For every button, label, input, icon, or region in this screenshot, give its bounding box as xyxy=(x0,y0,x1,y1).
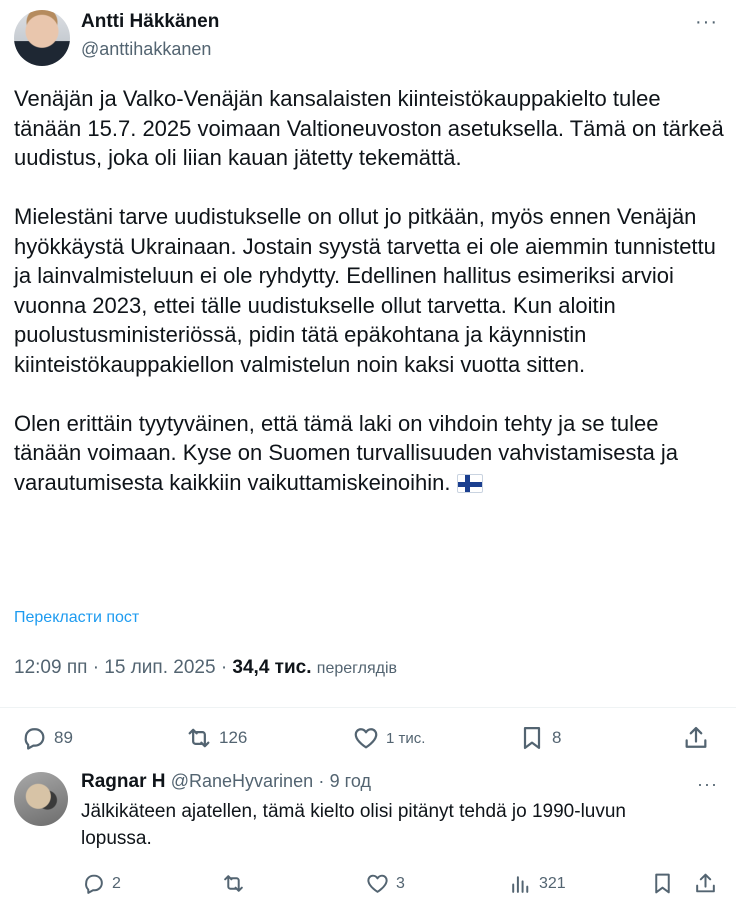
tweet-paragraph: Venäjän ja Valko-Venäjän kansalaisten ki… xyxy=(14,86,724,170)
repost-icon xyxy=(224,875,243,892)
reply-tweet[interactable]: Ragnar H @RaneHyvarinen · 9 год ··· Jälk… xyxy=(0,768,736,912)
repost-button[interactable]: 126 xyxy=(185,724,247,752)
repost-count: 126 xyxy=(219,728,248,747)
like-count: 1 тис. xyxy=(386,729,426,747)
meta-separator: · xyxy=(220,657,228,678)
reply-text: Jälkikäteen ajatellen, tämä kielto olisi… xyxy=(81,801,626,849)
share-icon xyxy=(696,873,715,893)
reply-like-count: 3 xyxy=(396,874,405,892)
meta-separator: · xyxy=(92,657,100,678)
reply-avatar[interactable] xyxy=(14,772,68,826)
translate-post-link[interactable]: Перекласти пост xyxy=(14,607,139,629)
finland-flag-icon xyxy=(456,473,483,493)
divider xyxy=(0,707,736,708)
reply-bookmark-button[interactable] xyxy=(650,871,675,896)
reply-separator: · xyxy=(318,771,325,791)
tweet-meta: 12:09 пп · 15 лип. 2025 · 34,4 тис. пере… xyxy=(14,655,397,682)
more-options-icon[interactable]: ··· xyxy=(695,12,718,32)
author-name[interactable]: Antti Häkkänen xyxy=(81,11,219,33)
share-icon xyxy=(685,726,707,748)
reply-more-options-icon[interactable]: ··· xyxy=(697,774,718,795)
reply-icon xyxy=(24,728,45,750)
views-label: переглядів xyxy=(316,660,398,677)
reply-like-button[interactable]: 3 xyxy=(365,871,405,896)
reply-views-button[interactable]: 321 xyxy=(508,871,566,896)
reply-count: 89 xyxy=(54,728,73,747)
reply-icon xyxy=(85,874,103,894)
heart-icon xyxy=(367,874,388,893)
reply-views-count: 321 xyxy=(539,874,566,892)
views-count: 34,4 тис. xyxy=(232,657,312,678)
repost-icon xyxy=(188,728,210,748)
reply-header: Ragnar H @RaneHyvarinen · 9 год xyxy=(81,769,371,794)
reply-actions: 2 3 321 xyxy=(0,869,736,899)
tweet-actions: 89 126 1 тис. 8 xyxy=(0,722,736,758)
views-chart-icon xyxy=(512,876,529,893)
tweet-text: Venäjän ja Valko-Venäjän kansalaisten ki… xyxy=(14,84,724,497)
reply-reply-count: 2 xyxy=(112,874,121,892)
heart-icon xyxy=(354,728,378,749)
tweet-date[interactable]: 15 лип. 2025 xyxy=(104,657,215,678)
reply-author-name[interactable]: Ragnar H xyxy=(81,771,165,792)
like-button[interactable]: 1 тис. xyxy=(352,724,425,752)
bookmark-button[interactable]: 8 xyxy=(518,724,561,752)
bookmark-count: 8 xyxy=(552,728,562,747)
reply-reply-button[interactable]: 2 xyxy=(81,871,121,896)
reply-button[interactable]: 89 xyxy=(20,724,73,752)
author-handle[interactable]: @anttihakkanen xyxy=(81,38,211,60)
reply-repost-button[interactable] xyxy=(221,871,252,896)
reply-time[interactable]: 9 год xyxy=(330,771,371,791)
reply-share-button[interactable] xyxy=(693,871,718,896)
tweet-paragraph: Mielestäni tarve uudistukselle on ollut … xyxy=(14,204,716,377)
reply-author-handle[interactable]: @RaneHyvarinen xyxy=(171,771,313,791)
bookmark-icon xyxy=(655,873,670,894)
bookmark-icon xyxy=(523,726,541,750)
tweet-time[interactable]: 12:09 пп xyxy=(14,657,87,678)
share-button[interactable] xyxy=(682,724,710,752)
tweet-paragraph-text: Olen erittäin tyytyväinen, että tämä lak… xyxy=(14,410,679,495)
author-avatar[interactable] xyxy=(14,10,70,66)
tweet-paragraph: Olen erittäin tyytyväinen, että tämä lak… xyxy=(14,409,724,498)
